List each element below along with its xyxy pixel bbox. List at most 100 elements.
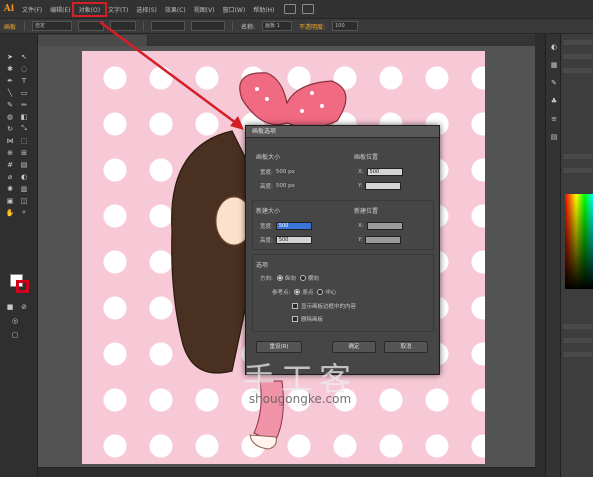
new-width-label: 宽度:	[260, 224, 273, 230]
horizontal-scrollbar[interactable]	[38, 467, 535, 477]
options-section-label: 选项	[256, 262, 269, 269]
width-label: 宽度:	[260, 170, 273, 176]
landscape-label: 横向	[307, 276, 319, 282]
gradient-panel-icon[interactable]: ▤	[549, 132, 559, 141]
illustrator-window: Ai 文件(F) 编辑(E) 对象(O) 文字(T) 选择(S) 效果(C) 视…	[0, 0, 593, 477]
pen-tool-icon[interactable]: ✒	[5, 76, 15, 85]
scale-tool-icon[interactable]: ⤡	[19, 124, 29, 133]
eyedropper-tool-icon[interactable]: ⌀	[5, 172, 15, 181]
delete-artboard-checkbox[interactable]	[292, 316, 298, 322]
watermark-chinese: 手工客	[242, 360, 357, 398]
artboard-options-dialog: 画板选项 画板大小 宽度: 500 px 高度: 500 px 画板位置 X: …	[245, 125, 440, 375]
origin-radio[interactable]	[294, 289, 301, 295]
new-x-input[interactable]	[366, 222, 403, 230]
blend-tool-icon[interactable]: ◐	[19, 172, 29, 181]
size-section-label: 画板大小	[256, 154, 281, 161]
swatches-panel-icon[interactable]: ▦	[549, 60, 559, 69]
hand-tool-icon[interactable]: ✋	[5, 208, 15, 217]
color-panel-icon[interactable]: ◐	[549, 42, 559, 51]
menu-type[interactable]: 文字(T)	[104, 5, 132, 14]
menu-file[interactable]: 文件(F)	[18, 5, 46, 14]
screen-mode-icon[interactable]: ▢	[10, 330, 20, 339]
ok-button[interactable]: 确定	[332, 341, 376, 353]
landscape-radio[interactable]	[299, 275, 306, 281]
color-panel	[560, 34, 593, 477]
control-field-4[interactable]	[191, 21, 226, 31]
blob-brush-tool-icon[interactable]: ◍	[5, 112, 15, 121]
origin-label: 原点	[302, 290, 314, 296]
arrange-documents-icon[interactable]	[302, 4, 315, 14]
paintbrush-tool-icon[interactable]: ✎	[5, 100, 15, 109]
slice-tool-icon[interactable]: ◫	[19, 196, 29, 205]
cancel-button[interactable]: 取消	[384, 341, 428, 353]
shape-builder-tool-icon[interactable]: ⊕	[5, 148, 15, 157]
zoom-tool-icon[interactable]: ⌕	[19, 208, 29, 217]
eraser-tool-icon[interactable]: ◧	[19, 112, 29, 121]
new-y-input[interactable]	[365, 236, 402, 244]
new-width-input[interactable]: 500	[275, 222, 312, 230]
brushes-panel-icon[interactable]: ✎	[549, 78, 559, 87]
watermark-url: shougongke.com	[248, 392, 352, 406]
control-field-1[interactable]	[78, 21, 105, 31]
symbols-panel-icon[interactable]: ♣	[549, 96, 559, 105]
new-x-row: X:	[358, 222, 403, 230]
perspective-grid-tool-icon[interactable]: ⊞	[19, 148, 29, 157]
artboard-name-input[interactable]: 画板 1	[262, 21, 293, 31]
new-height-input[interactable]: 500	[275, 236, 312, 244]
menu-select[interactable]: 选择(S)	[132, 5, 161, 14]
menu-help[interactable]: 帮助(H)	[249, 5, 278, 14]
stroke-panel-icon[interactable]: ≡	[549, 114, 559, 123]
lasso-tool-icon[interactable]: ◌	[19, 64, 29, 73]
show-content-row: 显示画板边框中的内容	[292, 302, 356, 310]
type-tool-icon[interactable]: T	[19, 76, 29, 85]
symbol-sprayer-tool-icon[interactable]: ✺	[5, 184, 15, 193]
vertical-scrollbar[interactable]	[535, 34, 545, 477]
draw-mode-icon[interactable]: ◎	[10, 316, 20, 325]
menu-view[interactable]: 视图(V)	[190, 5, 219, 14]
delete-artboard-row: 删除画板	[292, 315, 323, 323]
reset-button[interactable]: 重设(R)	[256, 341, 302, 353]
menu-edit[interactable]: 编辑(E)	[46, 5, 74, 14]
height-value: 500 px	[275, 183, 295, 189]
direct-selection-tool-icon[interactable]: ↖	[19, 52, 29, 61]
control-bar: 画板 自定 名称: 画板 1 不透明度: 100	[0, 18, 593, 34]
menu-window[interactable]: 窗口(W)	[219, 5, 250, 14]
x-input[interactable]: 500	[366, 168, 403, 176]
preset-select[interactable]: 自定	[32, 21, 73, 31]
rotate-tool-icon[interactable]: ↻	[5, 124, 15, 133]
document-tab[interactable]	[38, 35, 148, 46]
gradient-tool-icon[interactable]: ▤	[19, 160, 29, 169]
none-mode-icon[interactable]: ⊘	[19, 302, 29, 311]
stroke-swatch[interactable]	[16, 280, 29, 293]
show-content-checkbox[interactable]	[292, 303, 298, 309]
selection-tool-icon[interactable]: ➤	[5, 52, 15, 61]
control-field-2[interactable]	[110, 21, 137, 31]
color-mode-icon[interactable]: ■	[5, 302, 15, 311]
magic-wand-tool-icon[interactable]: ✱	[5, 64, 15, 73]
control-field-3[interactable]	[151, 21, 186, 31]
pencil-tool-icon[interactable]: ✏	[19, 100, 29, 109]
portrait-radio[interactable]	[276, 275, 283, 281]
new-size-section-label: 新建大小	[256, 208, 281, 215]
menu-object[interactable]: 对象(O)	[71, 1, 108, 17]
y-input[interactable]	[365, 182, 402, 190]
menu-effect[interactable]: 效果(C)	[161, 5, 190, 14]
panel-icon-strip: ◐ ▦ ✎ ♣ ≡ ▤	[545, 34, 560, 477]
center-radio[interactable]	[317, 289, 324, 295]
bridge-icon[interactable]	[284, 4, 297, 14]
line-tool-icon[interactable]: ╲	[5, 88, 15, 97]
fill-stroke-swatches[interactable]	[10, 274, 30, 296]
artboard-tool-icon[interactable]: ▣	[5, 196, 15, 205]
opacity-label: 不透明度:	[299, 23, 326, 31]
new-height-label: 高度:	[260, 238, 273, 244]
opacity-input[interactable]: 100	[332, 21, 359, 31]
column-graph-tool-icon[interactable]: ▥	[19, 184, 29, 193]
menu-bar: Ai 文件(F) 编辑(E) 对象(O) 文字(T) 选择(S) 效果(C) 视…	[0, 0, 593, 18]
mesh-tool-icon[interactable]: #	[5, 160, 15, 169]
width-tool-icon[interactable]: ⋈	[5, 136, 15, 145]
reference-row: 参考点: 原点 中心	[272, 288, 336, 296]
free-transform-tool-icon[interactable]: ⬚	[19, 136, 29, 145]
rectangle-tool-icon[interactable]: ▭	[19, 88, 29, 97]
new-position-section-label: 新建位置	[354, 208, 379, 215]
color-spectrum-picker[interactable]	[565, 194, 593, 289]
